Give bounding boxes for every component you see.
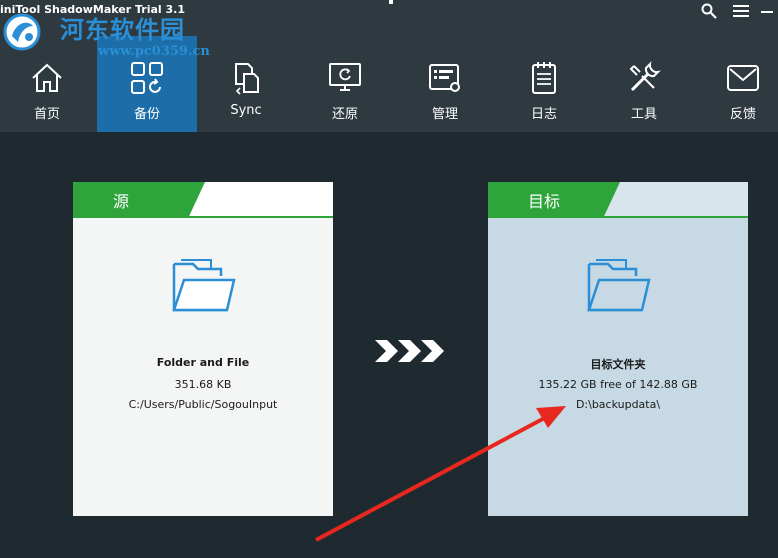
destination-size: 135.22 GB free of 142.88 GB <box>538 378 698 391</box>
tab-manage[interactable]: 管理 <box>395 36 495 132</box>
menu-button[interactable] <box>726 0 756 22</box>
triple-chevron-right-icon <box>375 340 444 362</box>
source-tab <box>73 182 205 216</box>
destination-path: D:\backupdata\ <box>575 398 661 411</box>
tools-icon <box>629 61 661 92</box>
manage-icon <box>429 64 460 92</box>
tab-log-label: 日志 <box>530 107 557 122</box>
restore-icon <box>329 63 361 91</box>
source-size: 351.68 KB <box>174 378 232 391</box>
minimize-button[interactable] <box>756 0 778 22</box>
tab-log[interactable]: 日志 <box>494 36 594 132</box>
tab-manage-label: 管理 <box>431 107 458 122</box>
source-path: C:/Users/Public/SogouInput <box>128 398 278 411</box>
title-bar-mark <box>389 0 393 4</box>
tab-sync[interactable]: Sync <box>196 36 296 132</box>
destination-card[interactable]: 目标 目标文件夹 135.22 GB free of 142.88 GB D:\… <box>488 182 748 516</box>
tab-feedback[interactable]: 反馈 <box>693 36 778 132</box>
tab-sync-label: Sync <box>230 103 262 118</box>
feedback-envelope-icon <box>727 65 759 91</box>
source-name: Folder and File <box>156 356 250 369</box>
tab-tools[interactable]: 工具 <box>594 36 694 132</box>
sync-icon <box>235 63 259 95</box>
watermark-url: www.pc0359.cn <box>98 44 210 59</box>
source-card[interactable]: 源 Folder and File 351.68 KB C:/Users/Pub… <box>73 182 333 516</box>
tab-tools-label: 工具 <box>630 107 657 122</box>
key-search-icon <box>701 3 717 19</box>
tab-home-label: 首页 <box>33 107 60 122</box>
tab-restore-label: 还原 <box>331 107 358 122</box>
destination-tab-label: 目标 <box>528 192 561 211</box>
home-icon <box>32 63 62 92</box>
minimize-icon <box>761 11 773 13</box>
folder-icon <box>587 259 651 312</box>
source-tab-underline <box>73 216 333 218</box>
hamburger-menu-icon <box>733 5 749 17</box>
search-button[interactable] <box>694 0 724 22</box>
backup-icon <box>131 62 163 94</box>
tab-feedback-label: 反馈 <box>729 107 756 122</box>
tab-restore[interactable]: 还原 <box>295 36 395 132</box>
folder-icon <box>172 259 236 312</box>
destination-tab-underline <box>488 216 748 218</box>
watermark-name: 河东软件园 <box>60 15 185 44</box>
log-icon <box>532 62 556 94</box>
watermark-logo-icon <box>3 13 41 51</box>
source-tab-label: 源 <box>113 192 130 211</box>
tab-backup-label: 备份 <box>133 107 160 122</box>
destination-name: 目标文件夹 <box>590 358 646 371</box>
